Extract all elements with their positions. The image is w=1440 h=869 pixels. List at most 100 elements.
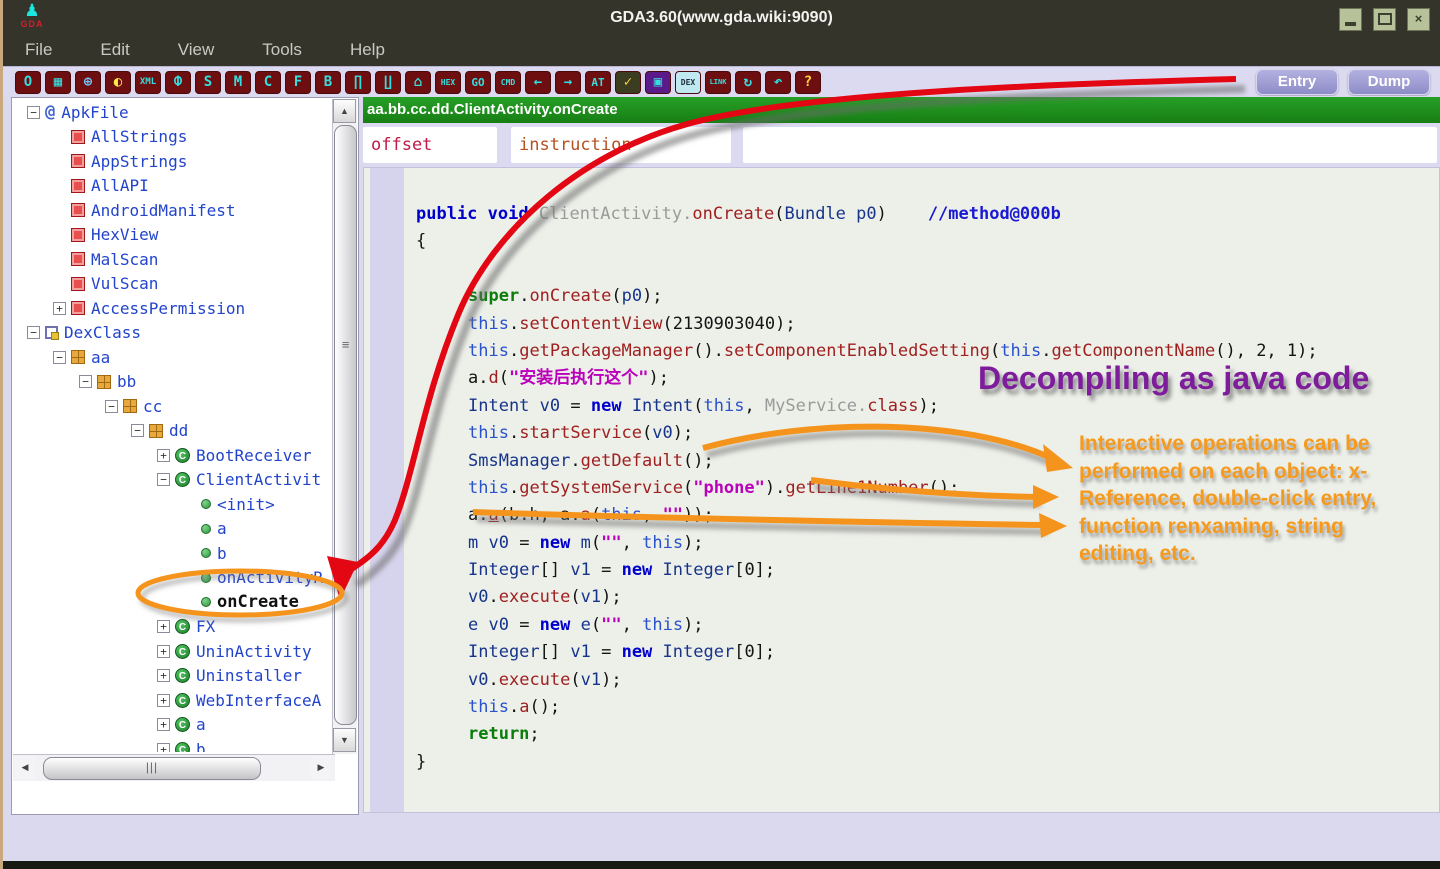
code-token-typ[interactable]: v0 [468, 670, 488, 690]
code-token-kw[interactable]: public void [416, 204, 539, 224]
tree-item-dd[interactable]: −dd [13, 419, 333, 444]
code-token-ths[interactable]: this [468, 697, 509, 717]
code-token-ths[interactable]: this [642, 615, 683, 635]
code-token-typ[interactable]: m [581, 533, 591, 553]
back-toolbar-icon[interactable]: ← [525, 71, 551, 94]
code-token-str[interactable]: "phone" [693, 478, 765, 498]
code-token-cmt[interactable]: //method@000b [928, 204, 1061, 224]
tree-item-ApkFile[interactable]: −@ApkFile [13, 100, 333, 125]
code-line[interactable]: return; [404, 721, 1437, 748]
code-token-kw[interactable]: new [622, 642, 653, 662]
forward-toolbar-icon[interactable]: → [555, 71, 581, 94]
code-token-kw[interactable]: new [540, 615, 571, 635]
tree-item-init[interactable]: <init> [13, 492, 333, 517]
tree-item-a[interactable]: a [13, 517, 333, 542]
code-token-meth[interactable]: d [488, 368, 498, 388]
code-token-gray[interactable]: MyService. [765, 396, 867, 416]
code-line[interactable]: e v0 = new e("", this); [404, 612, 1437, 639]
tree-item-onActivityR[interactable]: onActivityR [13, 566, 333, 591]
at-toolbar-icon[interactable]: AT [585, 71, 611, 94]
dex-toolbar-icon[interactable]: DEX [675, 71, 701, 94]
tree-item-AccessPermission[interactable]: +AccessPermission [13, 296, 333, 321]
code-line[interactable]: { [404, 228, 1437, 255]
code-token-kw[interactable]: new [622, 560, 653, 580]
expand-icon[interactable]: + [157, 718, 170, 731]
code-token-meth[interactable]: getDefault [581, 451, 683, 471]
code-token-meth[interactable]: a [581, 505, 591, 525]
code-line[interactable]: this.setContentView(2130903040); [404, 311, 1437, 338]
code-token-meth[interactable]: onCreate [692, 204, 774, 224]
code-token-gray[interactable]: ClientActivity. [539, 204, 693, 224]
strings-toolbar-icon[interactable]: S [195, 71, 221, 94]
tree-item-ClientActivit[interactable]: −CClientActivit [13, 468, 333, 493]
code-line[interactable]: Integer[] v1 = new Integer[0]; [404, 639, 1437, 666]
menu-tools[interactable]: Tools [240, 40, 328, 64]
scroll-down-button[interactable]: ▼ [333, 728, 356, 752]
tree-item-onCreate[interactable]: onCreate [13, 590, 333, 615]
code-token-ths[interactable]: this [703, 396, 744, 416]
hex-toolbar-icon[interactable]: HEX [435, 71, 461, 94]
code-line[interactable] [404, 256, 1437, 283]
code-token-typ[interactable]: v1 [581, 670, 601, 690]
expand-icon[interactable]: + [157, 449, 170, 462]
code-token-typ[interactable]: e v0 [468, 615, 509, 635]
horizontal-scroll-thumb[interactable]: ||| [43, 757, 261, 780]
tree-item-VulScan[interactable]: VulScan [13, 272, 333, 297]
code-token-typ[interactable]: Integer [663, 560, 735, 580]
tree-horizontal-scrollbar[interactable]: ◀ ||| ▶ [13, 754, 335, 781]
vertical-scroll-thumb[interactable]: ≡ [334, 125, 357, 725]
collapse-icon[interactable]: − [79, 375, 92, 388]
code-line[interactable]: } [404, 749, 1437, 776]
collapse-icon[interactable]: − [27, 106, 40, 119]
code-token-typ[interactable]: v1 [570, 642, 590, 662]
search-zoom-toolbar-icon[interactable]: ⊕ [75, 71, 101, 94]
tree-item-aa[interactable]: −aa [13, 345, 333, 370]
code-token-typ[interactable]: e [581, 615, 591, 635]
code-token-ths[interactable]: this [468, 314, 509, 334]
tree-item-DexClass[interactable]: −DexClass [13, 321, 333, 346]
redo-toolbar-icon[interactable]: ↻ [735, 71, 761, 94]
tree-item-bb[interactable]: −bb [13, 370, 333, 395]
code-token-meth[interactable]: a [519, 697, 529, 717]
code-token-meth[interactable]: getPackageManager [519, 341, 693, 361]
collapse-icon[interactable]: − [131, 424, 144, 437]
menu-help[interactable]: Help [328, 40, 411, 64]
code-token-str[interactable]: "" [663, 505, 683, 525]
code-token-typ[interactable]: Bundle p0 [785, 204, 877, 224]
cmd-toolbar-icon[interactable]: CMD [495, 71, 521, 94]
code-token-meth[interactable]: class [867, 396, 918, 416]
collapse-icon[interactable]: − [157, 473, 170, 486]
tree-item-WebInterfaceA[interactable]: +CWebInterfaceA [13, 688, 333, 713]
code-token-typ[interactable]: Intent v0 [468, 396, 560, 416]
stack-up-toolbar-icon[interactable]: ∏ [345, 71, 371, 94]
offset-column-header[interactable]: offset [363, 127, 497, 163]
collapse-icon[interactable]: − [53, 351, 66, 364]
expand-icon[interactable]: + [157, 743, 170, 752]
code-token-typ[interactable]: v1 [570, 560, 590, 580]
code-token-kw[interactable]: new [540, 533, 571, 553]
expand-icon[interactable]: + [53, 302, 66, 315]
mark-toolbar-icon[interactable]: ✓ [615, 71, 641, 94]
library-toolbar-icon[interactable]: ⌂ [405, 71, 431, 94]
xml-toolbar-icon[interactable]: XML [135, 71, 161, 94]
tree-item-AllStrings[interactable]: AllStrings [13, 125, 333, 150]
code-token-ths[interactable]: this [642, 533, 683, 553]
code-token-meth[interactable]: setContentView [519, 314, 662, 334]
code-token-meth[interactable]: getLine1Number [785, 478, 928, 498]
scroll-up-button[interactable]: ▲ [333, 99, 356, 123]
code-line[interactable]: v0.execute(v1); [404, 584, 1437, 611]
scroll-left-button[interactable]: ◀ [15, 756, 35, 779]
bytecode-toolbar-icon[interactable]: B [315, 71, 341, 94]
tree-item-MalScan[interactable]: MalScan [13, 247, 333, 272]
maximize-button[interactable] [1373, 8, 1396, 31]
code-token-meth[interactable]: startService [519, 423, 642, 443]
code-token-ths[interactable]: this [468, 478, 509, 498]
code-token-ths[interactable]: this [468, 341, 509, 361]
menu-edit[interactable]: Edit [78, 40, 155, 64]
code-token-grn[interactable]: return [468, 724, 529, 744]
close-button[interactable]: × [1407, 8, 1430, 31]
minimize-button[interactable] [1339, 8, 1362, 31]
tree-item-UninActivity[interactable]: +CUninActivity [13, 639, 333, 664]
code-token-ths[interactable]: this [468, 423, 509, 443]
code-token-typ[interactable]: Intent [632, 396, 693, 416]
